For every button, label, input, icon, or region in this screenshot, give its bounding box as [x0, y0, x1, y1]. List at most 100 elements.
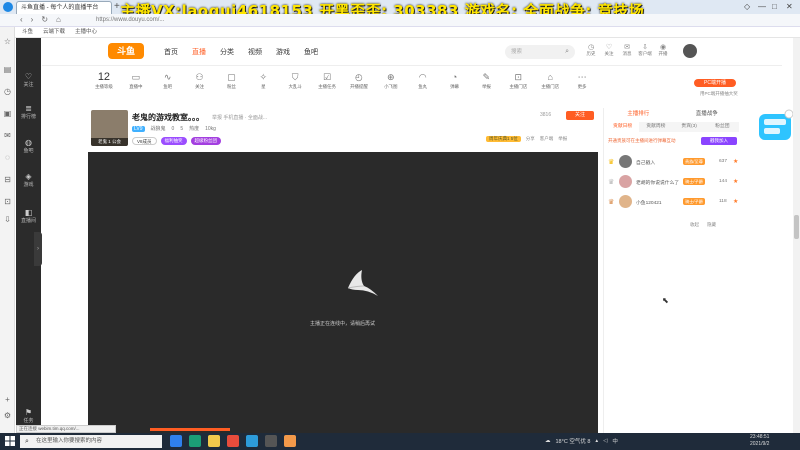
feature-item[interactable]: ◴ 开播提醒	[343, 70, 375, 100]
nav-live[interactable]: 直播	[192, 47, 206, 57]
nav-home[interactable]: 首页	[164, 47, 178, 57]
tray-icon[interactable]: ⊟	[3, 175, 12, 184]
bookmark-item[interactable]: 主播中心	[75, 27, 97, 37]
tag-member[interactable]: V8成员	[132, 137, 157, 145]
close-button[interactable]: ✕	[786, 2, 793, 11]
sidebar-item-follow[interactable]: ♡ 关注	[16, 72, 41, 88]
anniversary-badge[interactable]: 周年庆典1 5位	[486, 136, 521, 142]
client-button[interactable]: 客户端	[540, 136, 554, 142]
weather-text[interactable]: 18°C 空气优 8	[556, 437, 591, 445]
rank-row[interactable]: ♛ 小鱼120421 骑士/子爵 118 ★	[608, 194, 738, 210]
tag-lottery[interactable]: 福利抽奖	[160, 137, 187, 145]
tab-weekly[interactable]: 贡献周榜	[639, 122, 672, 132]
task-view-icon[interactable]	[170, 435, 182, 447]
book-icon[interactable]: ▤	[3, 65, 12, 74]
window-icon[interactable]: ▣	[3, 109, 12, 118]
share-button[interactable]: 分享	[526, 136, 535, 142]
nav-video[interactable]: 视频	[248, 47, 262, 57]
browser-tab[interactable]: 斗鱼直播 - 每个人的直播平台	[16, 1, 112, 14]
feature-item[interactable]: ☑ 主播任务	[311, 70, 343, 100]
player-progress[interactable]	[150, 428, 230, 431]
feature-item[interactable]: ⊕ 小飞图	[375, 70, 407, 100]
sidebar-item-yuba[interactable]: ◍ 鱼吧	[16, 138, 41, 154]
refresh-icon[interactable]: ↻	[41, 15, 48, 24]
sidebar-item-rank[interactable]: ≣ 排行榜	[16, 104, 41, 120]
bookmark-item[interactable]: 斗鱼	[22, 27, 33, 37]
feature-item[interactable]: ▢ 粉丝	[216, 70, 248, 100]
tab-live-war[interactable]: 直播战争	[673, 108, 742, 120]
new-tab-button[interactable]: +	[114, 1, 120, 12]
star-icon[interactable]: ☆	[3, 37, 12, 46]
feature-item[interactable]: ⊡ 主播门店	[502, 70, 534, 100]
download-icon[interactable]: ⇩	[3, 215, 12, 224]
feature-level[interactable]: 12 主播等级	[88, 70, 120, 100]
forward-icon[interactable]: ›	[31, 15, 34, 24]
volume-icon[interactable]: ◁	[603, 438, 607, 444]
search-input[interactable]: 搜索 ⌕	[505, 45, 575, 59]
report-button[interactable]: 举报	[558, 136, 567, 142]
app-icon[interactable]	[284, 435, 296, 447]
streamer-avatar[interactable]: 老鬼 1 公会	[91, 110, 128, 146]
tab-anchor-rank[interactable]: 主播排行	[604, 108, 673, 120]
feature-item[interactable]: ⚇ 关注	[184, 70, 216, 100]
clock-icon[interactable]: ◷	[3, 87, 12, 96]
rank-row[interactable]: ♛ 老胡的你说说什么了 骑士/子爵 144 ★	[608, 174, 738, 190]
sidebar-collapse-button[interactable]: ›	[34, 232, 42, 266]
rank-row[interactable]: ♛ 自己戳入 贵族/至尊 637 ★	[608, 154, 738, 170]
home-icon[interactable]: ⌂	[56, 15, 61, 24]
file-explorer-icon[interactable]	[208, 435, 220, 447]
streamer-name[interactable]: 战狼鬼	[151, 125, 166, 132]
qq-browser-icon[interactable]	[246, 435, 258, 447]
tab-daily[interactable]: 贡献日榜	[606, 122, 640, 132]
follow-button[interactable]: ♡ 关注	[602, 43, 616, 57]
video-player[interactable]	[88, 152, 598, 433]
feature-item[interactable]: ◠ 鱼丸	[407, 70, 439, 100]
history-button[interactable]: ◷ 历史	[584, 43, 598, 57]
chat-icon[interactable]: ◌	[3, 153, 12, 162]
feature-more[interactable]: ⋯ 更多	[566, 70, 598, 100]
back-icon[interactable]: ‹	[20, 15, 23, 24]
join-button[interactable]: 戳我加入	[701, 137, 737, 145]
add-icon[interactable]: +	[3, 395, 12, 404]
client-button[interactable]: ⇩ 客户端	[638, 43, 652, 57]
search-icon[interactable]: ⌕	[565, 45, 569, 59]
edge-browser-icon[interactable]	[189, 435, 201, 447]
tab-vip[interactable]: 贵宾(3)	[673, 122, 706, 132]
nav-category[interactable]: 分类	[220, 47, 234, 57]
hide-button[interactable]: 隐藏	[707, 222, 716, 228]
nav-game[interactable]: 游戏	[276, 47, 290, 57]
feature-item[interactable]: ◔ 弹幕	[439, 70, 471, 100]
collapse-button[interactable]: 收起	[690, 222, 699, 228]
sidebar-item-game[interactable]: ◈ 游戏	[16, 172, 41, 188]
taskbar-search-input[interactable]: ⌕ 在这里输入你要搜索的内容	[20, 435, 162, 448]
sidebar-item-task[interactable]: ⚑ 任务	[16, 408, 41, 424]
broadcast-button[interactable]: ◉ 开播	[656, 43, 670, 57]
feature-item[interactable]: ⛉ 大乱斗	[279, 70, 311, 100]
sidebar-item-room[interactable]: ◧ 直播间	[16, 208, 41, 224]
user-avatar[interactable]	[683, 44, 697, 58]
follow-button[interactable]: 关注	[566, 111, 594, 120]
scrollbar-thumb[interactable]	[794, 215, 799, 239]
feature-item[interactable]: ✎ 举报	[471, 70, 503, 100]
feature-item[interactable]: ▭ 直播中	[120, 70, 152, 100]
feature-item[interactable]: ✧ 星	[247, 70, 279, 100]
douyu-logo[interactable]: 斗鱼	[108, 43, 144, 59]
restore-icon[interactable]: ◇	[744, 2, 750, 11]
tag-fanclub[interactable]: 超级粉丝团	[190, 137, 222, 145]
minimize-button[interactable]: —	[758, 2, 766, 11]
maximize-button[interactable]: □	[772, 2, 777, 11]
windows-start-icon[interactable]	[5, 436, 15, 446]
nav-yuba[interactable]: 鱼吧	[304, 47, 318, 57]
bookmark-item[interactable]: 云端下载	[43, 27, 65, 37]
feature-item[interactable]: ∿ 鱼吧	[152, 70, 184, 100]
cart-icon[interactable]: ⊡	[3, 197, 12, 206]
network-icon[interactable]: ▴	[595, 438, 598, 444]
task-float-badge[interactable]	[756, 108, 794, 146]
url-input[interactable]: https://www.douyu.com/...	[96, 15, 696, 25]
language-indicator[interactable]: 中	[612, 437, 618, 445]
settings-icon[interactable]: ⚙	[3, 411, 12, 420]
pc-broadcast-button[interactable]: PC端开播	[694, 79, 736, 87]
message-button[interactable]: ✉ 消息	[620, 43, 634, 57]
taskbar-clock[interactable]: 23:48:51 2021/9/2	[750, 434, 769, 448]
mail-icon[interactable]: ✉	[3, 131, 12, 140]
